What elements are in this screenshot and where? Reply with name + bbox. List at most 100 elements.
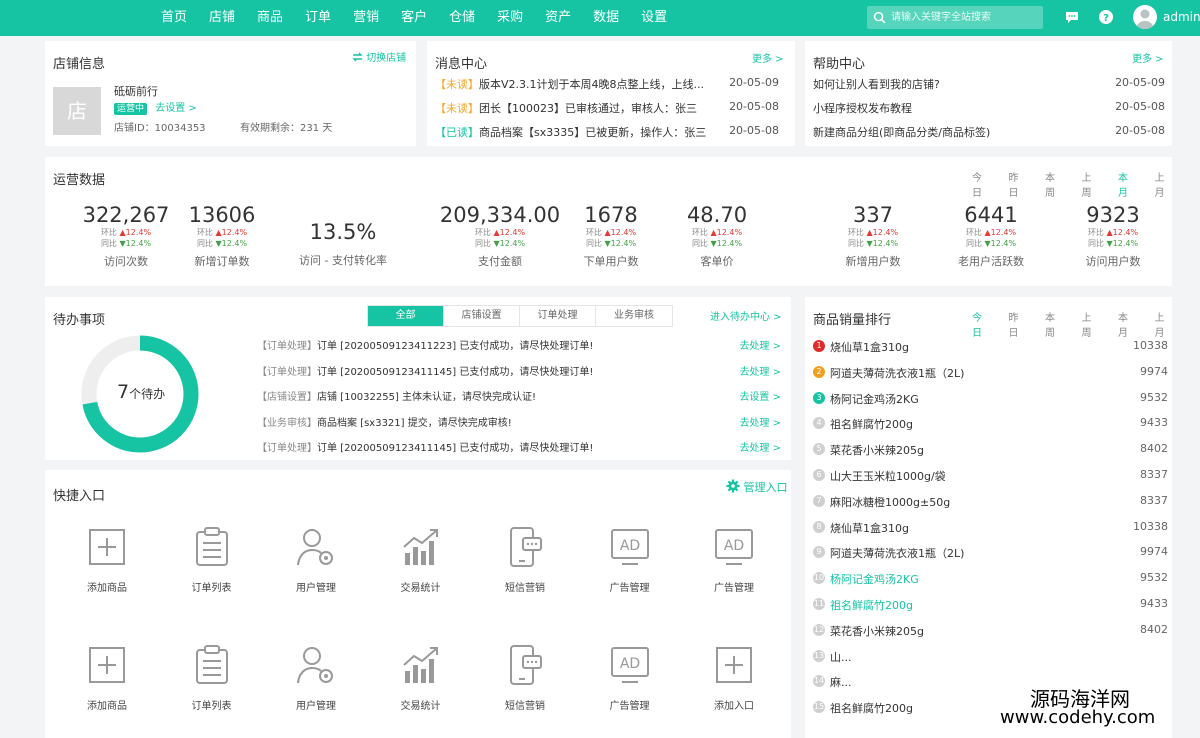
nav-item[interactable]: 资产 [534,0,582,36]
ranking-item-name: 阿道夫薄荷洗衣液1瓶（2L) [830,366,965,380]
compare-label: 同比 [847,239,864,248]
switch-store-label: 切换店铺 [366,53,407,64]
help-item[interactable]: 小程序授权发布教程 20-05-08 [813,100,1165,115]
messages-more-link[interactable]: 更多 > [752,50,784,65]
ad-monitor-icon: AD [610,529,649,565]
switch-arrows-icon [352,52,363,62]
stat-label: 访问用户数 [1085,255,1141,268]
todo-count: 7个待办 [117,381,165,403]
todo-tabs: 全部 店铺设置 订单处理 业务审核 [367,305,673,327]
period-option[interactable]: 本月 [1118,309,1136,339]
period-option[interactable]: 今日 [972,169,990,199]
store-info-title: 店铺信息 [53,57,106,72]
nav-item[interactable]: 设置 [630,0,678,36]
nav-item[interactable]: 店铺 [198,0,246,36]
quick-entry-title: 快捷入口 [53,489,106,504]
quick-entry[interactable]: 添加商品 [55,643,159,712]
nav-item[interactable]: 订单 [294,0,342,36]
compare-label: 同比 [474,239,491,248]
period-option[interactable]: 上周 [1082,169,1100,199]
period-option[interactable]: 本周 [1045,169,1063,199]
quick-entry[interactable]: 订单列表 [160,643,264,712]
todo-item[interactable]: 【订单处理】订单 [20200509123411223] 已支付成功，请尽快处理… [257,337,781,352]
todo-tab[interactable]: 订单处理 [520,306,596,326]
nav-item[interactable]: 首页 [150,0,198,36]
quick-entry[interactable]: AD 广告管理 [682,525,786,594]
quick-entry[interactable]: 短信营销 [473,643,577,712]
todo-action-link[interactable]: 去处理 > [739,439,781,454]
todo-tab[interactable]: 店铺设置 [444,306,520,326]
todo-center-link[interactable]: 进入待办中心 > [710,308,782,323]
todo-item[interactable]: 【店铺设置】店铺 [10032255] 主体未认证，请尽快完成认证! 去设置 > [257,388,781,403]
message-date: 20-05-09 [729,76,779,89]
period-option[interactable]: 本周 [1045,309,1063,339]
todo-category: 【店铺设置】 [257,392,317,403]
help-item[interactable]: 新建商品分组(即商品分类/商品标签) 20-05-08 [813,124,1165,139]
message-bubble-icon[interactable] [1064,9,1080,25]
quick-entry[interactable]: AD 广告管理 [578,525,682,594]
period-option[interactable]: 上月 [1155,309,1173,339]
period-option[interactable]: 上周 [1082,309,1100,339]
nav-item[interactable]: 营销 [342,0,390,36]
help-text: 小程序授权发布教程 [813,102,912,115]
ranking-item-value: 9433 [1140,597,1168,610]
manage-entry-label: 管理入口 [743,481,788,494]
bar-chart-icon [402,529,438,565]
store-logo: 店 [53,87,101,135]
nav-item[interactable]: 商品 [246,0,294,36]
help-date: 20-05-08 [1115,100,1165,113]
avatar[interactable] [1133,5,1157,29]
message-date: 20-05-08 [729,100,779,113]
period-option[interactable]: 昨日 [1009,169,1027,199]
todo-action-link[interactable]: 去处理 > [739,363,781,378]
quick-entry[interactable]: 交易统计 [369,525,473,594]
quick-entry[interactable]: 用户管理 [264,525,368,594]
nav-item[interactable]: 数据 [582,0,630,36]
period-option[interactable]: 上月 [1155,169,1173,199]
quick-entry[interactable]: 短信营销 [473,525,577,594]
period-option[interactable]: 本月 [1118,169,1136,199]
todo-action-link[interactable]: 去处理 > [739,337,781,352]
todo-item[interactable]: 【订单处理】订单 [20200509123411145] 已支付成功，请尽快处理… [257,363,781,378]
search-input[interactable] [891,9,1036,26]
message-item[interactable]: 【未读】团长【100023】已审核通过，审核人：张三 20-05-08 [435,100,779,115]
quick-entry[interactable]: 订单列表 [160,525,264,594]
global-search[interactable] [867,6,1043,29]
phone-message-icon [510,527,542,567]
username[interactable]: admin [1163,0,1200,34]
plus-box-icon [89,529,125,565]
gear-icon [726,479,740,493]
manage-entry-link[interactable]: 管理入口 [726,479,788,495]
arrow-up-icon: ▲ [981,228,991,237]
quick-entry[interactable]: AD 广告管理 [578,643,682,712]
help-more-link[interactable]: 更多 > [1132,50,1164,65]
period-option[interactable]: 今日 [972,309,990,339]
ranking-item-value: 9974 [1140,364,1168,378]
ranking-period-selector: 今日 昨日 本周 上周 本月 上月 [953,309,1172,339]
quick-entry[interactable]: 添加入口 [682,643,786,712]
todo-action-link[interactable]: 去处理 > [739,414,781,429]
user-gear-icon [297,529,333,566]
arrow-up-icon: ▲ [601,228,611,237]
nav-item[interactable]: 采购 [486,0,534,36]
nav-item[interactable]: 仓储 [438,0,486,36]
compare-value: 12.4% [716,239,743,248]
nav-item[interactable]: 客户 [390,0,438,36]
todo-item[interactable]: 【订单处理】订单 [20200509123411145] 已支付成功，请尽快处理… [257,439,781,454]
store-setup-link[interactable]: 去设置 > [155,103,197,114]
todo-item[interactable]: 【业务审核】商品档案 [sx3321] 提交，请尽快完成审核! 去处理 > [257,414,781,429]
quick-entry[interactable]: 交易统计 [369,643,473,712]
help-item[interactable]: 如何让别人看到我的店铺? 20-05-09 [813,76,1165,91]
todo-tab[interactable]: 全部 [368,306,444,326]
message-item[interactable]: 【已读】商品档案【sx3335】已被更新，操作人：张三 20-05-08 [435,124,779,139]
help-icon[interactable]: ? [1098,9,1114,25]
period-option[interactable]: 昨日 [1009,309,1027,339]
plus-box-icon [89,647,125,683]
quick-entry[interactable]: 用户管理 [264,643,368,712]
quick-entry[interactable]: 添加商品 [55,525,159,594]
todo-tab[interactable]: 业务审核 [596,306,672,326]
arrow-down-icon: ▼ [981,239,991,248]
switch-store-link[interactable]: 切换店铺 [352,49,406,64]
todo-action-link[interactable]: 去设置 > [739,388,781,403]
message-item[interactable]: 【未读】版本V2.3.1计划于本周4晚8点整上线，上线... 20-05-09 [435,76,779,91]
